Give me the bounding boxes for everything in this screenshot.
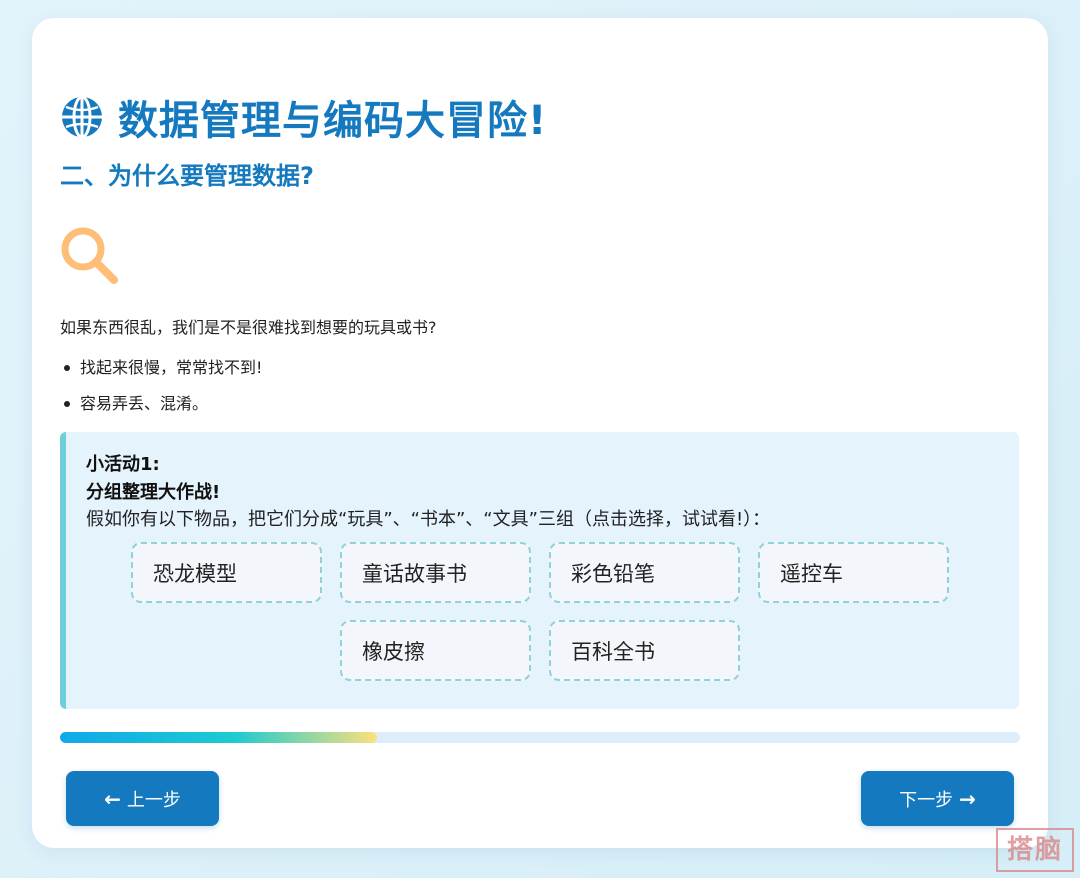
activity-description: 假如你有以下物品，把它们分成“玩具”、“书本”、“文具”三组（点击选择，试试看!… [86,509,771,530]
item-card[interactable]: 恐龙模型 [131,542,322,603]
bullet-item: 容易弄丢、混淆。 [62,392,262,428]
next-button[interactable]: 下一步 → [861,771,1014,826]
prev-button-label: 上一步 [126,789,181,811]
activity-panel: 小活动1: 分组整理大作战! 假如你有以下物品，把它们分成“玩具”、“书本”、“… [60,432,1019,709]
item-card[interactable]: 百科全书 [549,620,740,681]
prev-button[interactable]: ← 上一步 [66,771,219,826]
arrow-left-icon: ← [104,786,121,811]
bullet-text: 找起来很慢，常常找不到! [80,358,263,377]
item-card[interactable]: 童话故事书 [340,542,531,603]
lesson-card: 数据管理与编码大冒险! 二、为什么要管理数据? 如果东西很乱，我们是不是很难找到… [32,18,1048,848]
magnifier-icon [61,227,118,284]
arrow-right-icon: → [959,786,976,811]
watermark-stamp: 搭脑 [996,828,1074,872]
bullet-dot [64,365,70,371]
section-subtitle: 二、为什么要管理数据? [60,162,314,190]
item-card[interactable]: 橡皮擦 [340,620,531,681]
next-button-label: 下一步 [899,789,954,811]
activity-title: 小活动1: [86,454,160,475]
title-row: 数据管理与编码大冒险! [60,88,547,146]
page-title: 数据管理与编码大冒险! [118,98,548,144]
globe-icon [62,95,102,139]
progress-bar [60,732,1020,743]
bullet-text: 容易弄丢、混淆。 [80,394,209,413]
bullet-item: 找起来很慢，常常找不到! [62,356,262,392]
bullet-dot [64,401,70,407]
item-card[interactable]: 遥控车 [758,542,949,603]
bullet-list: 找起来很慢，常常找不到! 容易弄丢、混淆。 [62,356,262,428]
activity-subtitle: 分组整理大作战! [86,482,221,503]
progress-fill [60,732,377,743]
item-card[interactable]: 彩色铅笔 [549,542,740,603]
question-text: 如果东西很乱，我们是不是很难找到想要的玩具或书? [60,318,437,337]
